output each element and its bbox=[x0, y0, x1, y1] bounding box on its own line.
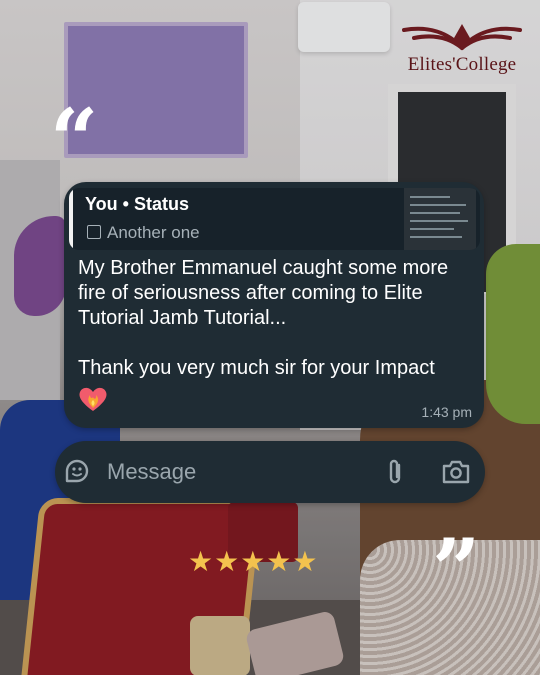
message-input[interactable]: Message bbox=[107, 459, 196, 485]
open-quote-mark: “ bbox=[50, 90, 99, 189]
logo-text: Elites'College bbox=[407, 54, 517, 75]
reply-title: You • Status bbox=[85, 194, 189, 215]
reply-caption-text: Another one bbox=[107, 223, 200, 242]
heart-on-fire-icon bbox=[79, 387, 107, 411]
camera-icon[interactable] bbox=[441, 458, 471, 486]
reply-accent-bar bbox=[69, 188, 73, 250]
image-icon bbox=[87, 225, 101, 239]
status-thumbnail bbox=[404, 188, 476, 250]
attach-icon[interactable] bbox=[383, 457, 407, 487]
reply-separator: • bbox=[117, 194, 134, 214]
sticker-icon[interactable] bbox=[63, 457, 91, 485]
message-text: My Brother Emmanuel caught some more fir… bbox=[78, 257, 449, 379]
close-quote-mark: ” bbox=[432, 520, 481, 619]
reply-author: You bbox=[85, 194, 118, 214]
message-composer[interactable]: Message bbox=[55, 441, 485, 503]
reply-caption: Another one bbox=[87, 223, 200, 243]
message-timestamp: 1:43 pm bbox=[421, 404, 472, 420]
college-logo: Elites'College bbox=[396, 18, 528, 82]
five-star-rating: ★★★★★ bbox=[188, 546, 319, 577]
open-book-icon bbox=[402, 24, 522, 50]
status-reply-preview[interactable]: You • Status Another one bbox=[69, 188, 480, 250]
chat-message-bubble[interactable]: You • Status Another one My Brother Emma… bbox=[64, 182, 484, 428]
reply-type: Status bbox=[133, 194, 189, 214]
